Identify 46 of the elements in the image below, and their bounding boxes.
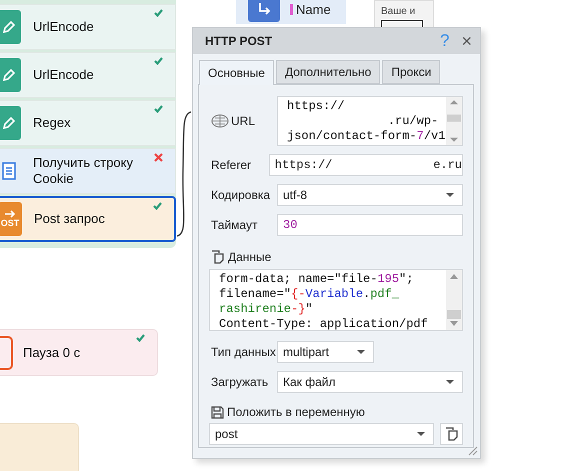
resize-grip-icon[interactable]: [468, 446, 478, 456]
data-label: Данные: [228, 250, 272, 264]
pause-icon: [0, 336, 13, 370]
workflow-node[interactable]: OST Post запрос: [0, 196, 176, 242]
workflow-node[interactable]: UrlEncode: [0, 4, 176, 50]
timeout-input-field[interactable]: 30: [277, 214, 463, 236]
workflow-node[interactable]: Получить строку Cookie: [0, 148, 176, 194]
tab[interactable]: Дополнительно: [276, 60, 380, 84]
scrollbar[interactable]: [446, 270, 462, 330]
dialog-title: HTTP POST: [205, 34, 274, 48]
node-label: UrlEncode: [33, 19, 95, 35]
data-type-select[interactable]: multipart: [277, 341, 374, 363]
tab[interactable]: Основные: [199, 60, 274, 85]
field-label: Таймаут: [211, 218, 258, 232]
save-icon: [211, 406, 224, 418]
copy-icon: [211, 250, 225, 264]
url-label: URL: [231, 114, 256, 128]
copy-button[interactable]: [440, 423, 463, 445]
close-button[interactable]: ×: [461, 30, 472, 52]
form-label: Ваше и: [381, 6, 416, 17]
workflow-node[interactable]: Пауза 0 с: [0, 329, 158, 376]
workflow-node[interactable]: Name: [236, 0, 346, 24]
tab[interactable]: Прокси: [382, 60, 440, 84]
variable-select[interactable]: post: [209, 423, 434, 445]
scrollbar[interactable]: [446, 97, 462, 145]
referer-input-field[interactable]: https:// e.ru: [268, 154, 463, 176]
post-icon: OST: [0, 202, 22, 236]
copy-icon: [444, 427, 458, 441]
workflow-node[interactable]: UrlEncode: [0, 52, 176, 98]
node-label: Name: [290, 2, 331, 16]
list-icon: [2, 162, 16, 180]
field-label: Referer: [211, 158, 252, 172]
node-label: Пауза 0 с: [23, 344, 82, 360]
save-label: Положить в переменную: [227, 405, 365, 419]
node-label: Regex: [33, 115, 72, 131]
field-label: Тип данных: [211, 345, 277, 359]
node-label: Получить строку Cookie: [33, 155, 134, 187]
field-label: Загружать: [211, 375, 270, 389]
workflow-node[interactable]: [0, 423, 79, 471]
node-label: UrlEncode: [33, 67, 95, 83]
field-label: Кодировка: [211, 188, 272, 202]
workflow-node[interactable]: Regex: [0, 100, 176, 146]
upload-select[interactable]: Как файл: [277, 371, 463, 393]
globe-icon: [211, 114, 229, 128]
encoding-select[interactable]: utf-8: [277, 184, 463, 206]
node-label: Post запрос: [34, 211, 106, 227]
